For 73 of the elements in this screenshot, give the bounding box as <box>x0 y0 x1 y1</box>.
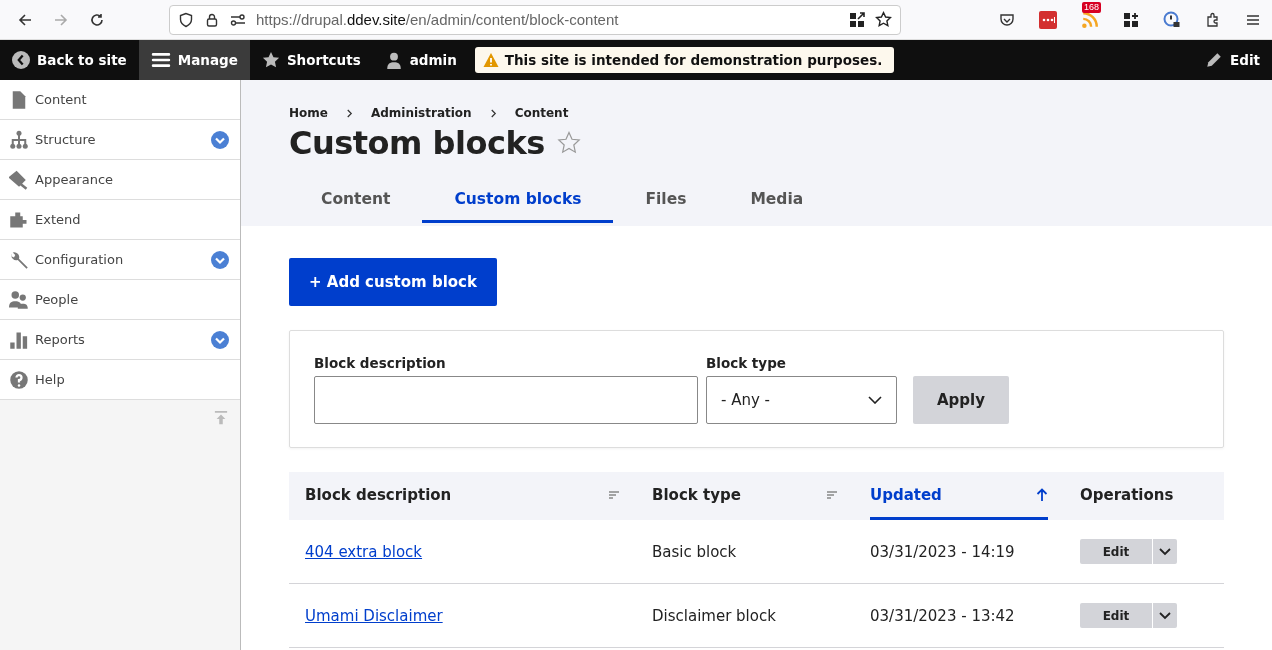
toolbar-tab[interactable]: Shortcuts <box>249 40 373 80</box>
page-title: Custom blocks <box>289 124 545 162</box>
reload-icon[interactable] <box>89 11 105 28</box>
field-label: Block type <box>706 355 787 371</box>
add-grid-icon[interactable] <box>1123 11 1139 28</box>
field-label: Block description <box>314 355 447 371</box>
lock-icon[interactable] <box>204 11 220 28</box>
toolbar-tab[interactable]: Back to site <box>0 40 139 80</box>
notice-text: This site is intended for demonstration purposes. <box>504 52 883 68</box>
pocket-icon[interactable] <box>999 11 1015 28</box>
tab[interactable]: Custom blocks <box>422 182 614 223</box>
star-icon[interactable] <box>556 131 581 155</box>
breadcrumb-link[interactable]: Administration <box>370 106 472 120</box>
breadcrumb-link[interactable]: Content <box>514 106 569 120</box>
chevron-down-icon <box>1159 611 1171 620</box>
column-header[interactable]: Block type <box>652 472 838 520</box>
star-icon <box>261 51 280 69</box>
add-custom-block-button[interactable]: + Add custom block <box>289 258 497 306</box>
toolbar-tab[interactable]: Manage <box>138 40 250 80</box>
table-cell: Disclaimer block <box>652 606 776 625</box>
block-description-field[interactable] <box>314 376 698 424</box>
edit-button[interactable]: Edit <box>1080 539 1152 564</box>
expand-chevron-icon[interactable] <box>211 250 229 269</box>
permissions-icon[interactable] <box>230 11 246 28</box>
block-link[interactable]: Umami Disclaimer <box>305 606 443 625</box>
expand-chevron-icon[interactable] <box>211 130 229 149</box>
hierarchy-icon <box>9 129 29 150</box>
chevron-down-icon <box>868 396 882 404</box>
toolbar-tab[interactable]: admin <box>372 40 469 80</box>
people-icon <box>9 289 29 310</box>
edit-button[interactable]: Edit <box>1080 603 1152 628</box>
qr-code-icon[interactable] <box>849 11 865 28</box>
block-type-select[interactable]: - Any - <box>706 376 897 424</box>
expand-chevron-icon[interactable] <box>211 330 229 349</box>
address-bar[interactable]: https://drupal.ddev.site/en/admin/content/block-content <box>169 4 901 35</box>
breadcrumb-separator-icon <box>489 108 497 118</box>
password-manager-icon[interactable] <box>1039 10 1057 29</box>
back-icon <box>12 51 30 69</box>
column-header: Operations <box>1080 484 1175 506</box>
apply-button[interactable]: Apply <box>913 376 1009 424</box>
pencil-icon <box>1205 51 1224 69</box>
table-cell: 03/31/2023 - 13:42 <box>870 606 1015 625</box>
wrench-icon <box>9 249 29 270</box>
tab[interactable]: Files <box>613 182 719 223</box>
sort-ascending-arrow-icon <box>1036 487 1048 502</box>
tab[interactable]: Content <box>289 182 423 223</box>
user-icon <box>384 51 403 69</box>
edit-toggle[interactable]: Edit <box>1193 40 1272 80</box>
menu-icon <box>150 51 171 69</box>
breadcrumb-separator-icon <box>345 108 353 118</box>
chevron-down-icon <box>1159 547 1171 556</box>
column-header[interactable]: Updated <box>870 472 1048 520</box>
table-cell: 03/31/2023 - 14:19 <box>870 542 1015 561</box>
breadcrumb-link[interactable]: Home <box>289 106 328 120</box>
url-text: https://drupal.ddev.site/en/admin/content/block-content <box>256 11 620 28</box>
help-icon <box>9 369 29 390</box>
operations-dropdown-button[interactable] <box>1153 603 1177 628</box>
unread-count-badge: 168 <box>1082 1 1102 13</box>
puzzle-icon[interactable] <box>1205 11 1221 28</box>
shield-icon[interactable] <box>178 11 194 28</box>
operations-dropdown-button[interactable] <box>1153 539 1177 564</box>
sort-icon <box>608 489 620 500</box>
warning-icon <box>482 52 499 68</box>
back-icon[interactable] <box>17 11 33 28</box>
paint-roller-icon <box>9 169 29 190</box>
table-cell: Basic block <box>652 542 737 561</box>
bookmark-star-icon[interactable] <box>875 11 892 28</box>
sort-icon <box>826 489 838 500</box>
tab[interactable]: Media <box>718 182 836 223</box>
column-header[interactable]: Block description <box>305 472 620 520</box>
account-lock-icon[interactable] <box>1163 10 1181 29</box>
block-link[interactable]: 404 extra block <box>305 542 423 561</box>
rss-feed-icon[interactable] <box>1081 10 1099 29</box>
